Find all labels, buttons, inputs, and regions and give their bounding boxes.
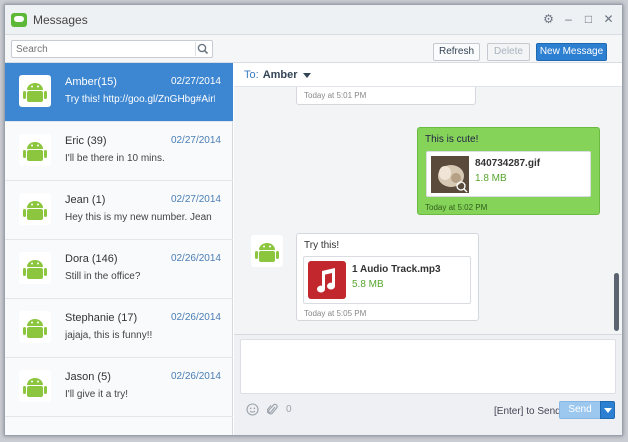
close-icon[interactable]: ✕: [603, 12, 614, 26]
search-input[interactable]: [12, 41, 190, 57]
new-message-button[interactable]: New Message: [536, 43, 607, 61]
send-button[interactable]: Send: [559, 401, 601, 419]
messages-window: Messages ⚙ – □ ✕ Refresh Delete New Mess…: [4, 4, 623, 436]
incoming-message-bubble: Try this! 1 Audio Track.mp3 5.8 MB Today…: [296, 233, 479, 321]
outgoing-message-bubble: This is cute! 840734287.gif 1.8 MB Today…: [417, 127, 600, 215]
contact-date: 02/26/2014: [170, 371, 221, 382]
search-box: [11, 40, 213, 58]
message-text: This is cute!: [425, 134, 479, 145]
incoming-message-bubble: Today at 5:01 PM: [296, 87, 476, 105]
contact-preview: I'll be there in 10 mins.: [65, 153, 165, 164]
attachment-file-name: 1 Audio Track.mp3: [352, 264, 441, 275]
to-label: To:: [244, 69, 259, 81]
thread-scrollbar[interactable]: [614, 273, 619, 331]
contact-date: 02/26/2014: [170, 253, 221, 264]
message-thread[interactable]: Today at 5:01 PM This is cute! 840734287…: [234, 87, 622, 334]
contact-name: Amber(15): [65, 76, 117, 88]
message-timestamp: Today at 5:05 PM: [304, 309, 367, 318]
contact-name: Stephanie (17): [65, 312, 138, 324]
composer-tools: 0: [246, 403, 292, 416]
attachment-file-name: 840734287.gif: [475, 158, 541, 169]
attachment-file-size: 1.8 MB: [475, 173, 507, 184]
list-item[interactable]: Amber(15) 02/27/2014 Try this! http://go…: [5, 63, 233, 122]
window-controls: ⚙ – □ ✕: [543, 12, 614, 26]
message-text: Try this!: [304, 240, 340, 251]
conversation-header: To: Amber: [234, 63, 622, 87]
search-icon[interactable]: [195, 42, 211, 56]
contact-preview: I'll give it a try!: [65, 389, 129, 400]
message-timestamp: Today at 5:01 PM: [304, 91, 367, 100]
list-item[interactable]: Stephanie (17) 02/26/2014 jajaja, this i…: [5, 299, 233, 358]
android-avatar-icon: [19, 193, 51, 225]
contact-preview: Hey this is my new number. Jean: [65, 212, 212, 223]
minimize-icon[interactable]: –: [563, 12, 574, 26]
contact-name: Jean (1): [65, 194, 106, 206]
message-timestamp: Today at 5:02 PM: [425, 203, 488, 212]
contact-date: 02/27/2014: [170, 135, 221, 146]
contact-preview: Still in the office?: [65, 271, 141, 282]
recipient-name: Amber: [262, 69, 298, 81]
contact-preview: jajaja, this is funny!!: [65, 330, 153, 341]
title-bar: Messages ⚙ – □ ✕: [5, 5, 622, 35]
list-item[interactable]: Dora (146) 02/26/2014 Still in the offic…: [5, 240, 233, 299]
list-item[interactable]: Jason (5) 02/26/2014 I'll give it a try!: [5, 358, 233, 417]
contact-preview: Try this! http://goo.gl/ZnGHbg#AirDr...: [65, 94, 215, 105]
image-attachment[interactable]: 840734287.gif 1.8 MB: [426, 151, 591, 197]
delete-button[interactable]: Delete: [487, 43, 530, 61]
android-avatar-icon: [19, 134, 51, 166]
contact-date: 02/26/2014: [170, 312, 221, 323]
android-avatar-icon: [19, 311, 51, 343]
contact-name: Dora (146): [65, 253, 118, 265]
attachment-count: 0: [286, 404, 292, 415]
contact-date: 02/27/2014: [170, 194, 221, 205]
android-avatar-icon: [19, 75, 51, 107]
composer: 0 [Enter] to Send Send: [234, 334, 622, 435]
send-hint: [Enter] to Send: [494, 406, 561, 417]
window-title: Messages: [33, 12, 88, 27]
contact-name: Jason (5): [65, 371, 111, 383]
send-options-dropdown[interactable]: [600, 401, 615, 419]
music-file-icon: [308, 261, 346, 299]
message-input[interactable]: [241, 340, 615, 393]
gear-icon[interactable]: ⚙: [543, 12, 554, 26]
list-item[interactable]: Jean (1) 02/27/2014 Hey this is my new n…: [5, 181, 233, 240]
image-thumbnail-icon: [431, 156, 469, 193]
recipient-selector[interactable]: To: Amber: [244, 69, 311, 81]
attachment-file-size: 5.8 MB: [352, 279, 384, 290]
toolbar: Refresh Delete New Message: [5, 35, 622, 63]
paperclip-icon[interactable]: [267, 403, 278, 416]
android-avatar-icon: [251, 235, 283, 267]
list-item[interactable]: Eric (39) 02/27/2014 I'll be there in 10…: [5, 122, 233, 181]
android-avatar-icon: [19, 252, 51, 284]
audio-attachment[interactable]: 1 Audio Track.mp3 5.8 MB: [303, 256, 471, 304]
contact-name: Eric (39): [65, 135, 107, 147]
messages-app-icon: [11, 12, 27, 27]
conversation-list: Amber(15) 02/27/2014 Try this! http://go…: [5, 63, 233, 435]
refresh-button[interactable]: Refresh: [433, 43, 480, 61]
emoji-icon[interactable]: [246, 403, 259, 416]
maximize-icon[interactable]: □: [583, 12, 594, 26]
android-avatar-icon: [19, 370, 51, 402]
contact-date: 02/27/2014: [170, 76, 221, 87]
message-input-area: [240, 339, 616, 394]
chevron-down-icon: [302, 72, 311, 78]
